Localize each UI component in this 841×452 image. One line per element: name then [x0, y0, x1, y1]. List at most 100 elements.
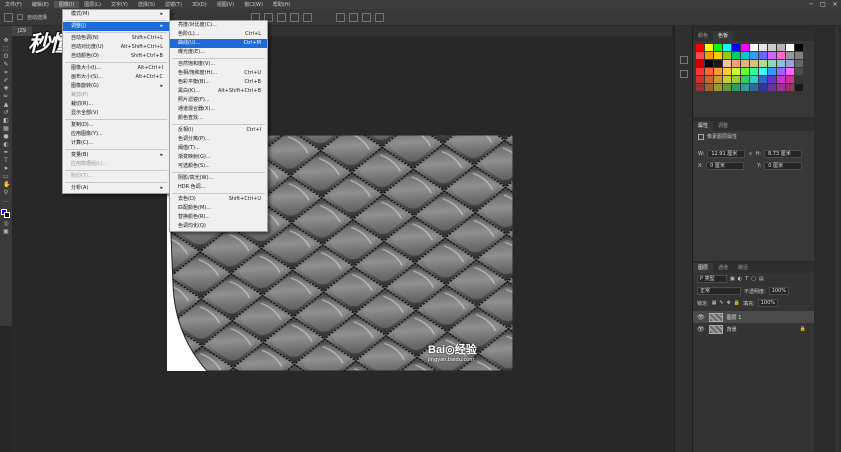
color-swatch[interactable] — [732, 84, 740, 91]
menu-row[interactable]: 裁切(R)... — [63, 100, 169, 109]
color-swatch[interactable] — [714, 84, 722, 91]
color-swatch[interactable] — [714, 68, 722, 75]
panel-scrollbar[interactable] — [835, 26, 839, 452]
color-swatch[interactable] — [732, 68, 740, 75]
menu-row[interactable]: HDR 色调... — [170, 183, 267, 192]
hand-tool-icon[interactable]: ✋ — [3, 182, 10, 188]
menu-row[interactable]: 阴影/高光(W)... — [170, 174, 267, 183]
move-tool-icon[interactable]: ✥ — [3, 38, 9, 44]
distribute-icon[interactable] — [290, 12, 300, 22]
menu-row[interactable]: 可选颜色(S)... — [170, 162, 267, 171]
color-swatch[interactable] — [768, 44, 776, 51]
menu-row[interactable]: 画布大小(S)... Alt+Ctrl+C — [63, 73, 169, 82]
menu-row[interactable]: 曝光度(E)... — [170, 48, 267, 57]
visibility-eye-icon[interactable]: 👁 — [697, 314, 705, 321]
crop-tool-icon[interactable]: ⌗ — [3, 70, 9, 76]
color-swatch[interactable] — [732, 44, 740, 51]
marquee-tool-icon[interactable]: ⬚ — [3, 46, 9, 52]
menu-item[interactable]: 文件(F) — [0, 1, 27, 8]
close-button[interactable]: ✕ — [829, 0, 841, 9]
color-swatch[interactable] — [741, 60, 749, 67]
color-swatch[interactable] — [768, 68, 776, 75]
color-swatch[interactable] — [750, 44, 758, 51]
color-swatch[interactable] — [705, 68, 713, 75]
color-swatch[interactable] — [795, 44, 803, 51]
zoom-tool-icon[interactable]: ⚲ — [3, 190, 9, 196]
color-swatch[interactable] — [696, 76, 704, 83]
color-swatch[interactable] — [723, 84, 731, 91]
color-swatch[interactable] — [741, 76, 749, 83]
dodge-tool-icon[interactable]: ◐ — [3, 142, 9, 148]
menu-item[interactable]: 选择(S) — [133, 1, 160, 8]
blur-tool-icon[interactable]: ● — [3, 134, 9, 140]
color-swatch[interactable] — [723, 76, 731, 83]
color-swatch[interactable] — [768, 52, 776, 59]
color-swatch[interactable] — [705, 76, 713, 83]
tab-swatches[interactable]: 色板 — [713, 31, 734, 41]
color-swatch[interactable] — [786, 68, 794, 75]
color-swatch[interactable] — [795, 76, 803, 83]
lock-move-icon[interactable]: ✥ — [727, 300, 731, 306]
history-icon[interactable] — [679, 56, 688, 64]
color-swatch[interactable] — [723, 44, 731, 51]
color-swatch[interactable] — [795, 52, 803, 59]
color-swatch[interactable] — [777, 60, 785, 67]
color-swatch[interactable] — [741, 52, 749, 59]
color-swatch[interactable] — [714, 52, 722, 59]
color-swatch[interactable] — [786, 60, 794, 67]
3d-mode-icon[interactable] — [349, 12, 359, 22]
healing-tool-icon[interactable]: ✚ — [3, 86, 9, 92]
visibility-eye-icon[interactable]: 👁 — [697, 326, 705, 333]
link-icon[interactable]: ∞ — [748, 151, 752, 157]
menu-row[interactable]: 显示全部(V) — [63, 109, 169, 118]
menu-row[interactable]: 图像大小(I)... Alt+Ctrl+I — [63, 64, 169, 73]
lock-paint-icon[interactable]: ✎ — [719, 300, 723, 306]
menu-row[interactable]: 图像旋转(G) ▸ — [63, 82, 169, 91]
color-swatch[interactable] — [750, 60, 758, 67]
height-field[interactable]: 8.73 厘米 — [763, 150, 802, 158]
actions-icon[interactable] — [679, 70, 688, 78]
3d-mode-icon[interactable] — [375, 12, 385, 22]
menu-row[interactable]: 自动颜色(O) Shift+Ctrl+B — [63, 52, 169, 61]
menu-row[interactable]: 应用图像(Y)... — [63, 130, 169, 139]
color-swatch[interactable] — [705, 60, 713, 67]
color-swatch[interactable] — [768, 60, 776, 67]
menu-item[interactable]: 图像(I) — [53, 1, 80, 8]
menu-row[interactable]: 亮度/对比度(C)... — [170, 21, 267, 30]
3d-mode-icon[interactable] — [336, 12, 346, 22]
menu-row[interactable]: 颜色查找... — [170, 114, 267, 123]
filter-pixel-icon[interactable]: ▣ — [730, 276, 735, 282]
color-swatch[interactable] — [786, 84, 794, 91]
color-swatch[interactable] — [705, 84, 713, 91]
layer-filter-select[interactable]: P 类型 — [697, 275, 727, 283]
eyedropper-tool-icon[interactable]: ✐ — [3, 78, 9, 84]
opacity-field[interactable]: 100% — [768, 287, 789, 295]
color-swatch[interactable] — [741, 44, 749, 51]
history-brush-tool-icon[interactable]: ↺ — [3, 110, 9, 116]
color-swatch[interactable] — [705, 52, 713, 59]
menu-row[interactable]: 照片滤镜(F)... — [170, 96, 267, 105]
tab-color[interactable]: 颜色 — [693, 31, 713, 41]
color-swatch[interactable] — [777, 44, 785, 51]
y-field[interactable]: 0 厘米 — [764, 162, 803, 170]
menu-item[interactable]: 窗口(W) — [239, 1, 268, 8]
screen-mode-icon[interactable]: ▣ — [3, 229, 9, 235]
color-swatch[interactable] — [759, 60, 767, 67]
color-swatch[interactable] — [795, 68, 803, 75]
fill-field[interactable]: 100% — [757, 299, 779, 307]
color-swatch[interactable] — [795, 84, 803, 91]
color-swatch[interactable] — [732, 76, 740, 83]
menu-row[interactable]: 去色(D) Shift+Ctrl+U — [170, 195, 267, 204]
color-swatch[interactable] — [705, 44, 713, 51]
menu-item[interactable]: 视图(V) — [212, 1, 239, 8]
menu-row[interactable]: 复制(D)... — [63, 121, 169, 130]
color-swatch[interactable] — [696, 68, 704, 75]
menu-item[interactable]: 图层(L) — [79, 1, 106, 8]
color-swatch[interactable] — [750, 84, 758, 91]
menu-row[interactable]: 自动色调(N) Shift+Ctrl+L — [63, 34, 169, 43]
maximize-button[interactable]: □ — [817, 0, 829, 9]
color-swatch[interactable] — [732, 52, 740, 59]
quick-select-tool-icon[interactable]: ✎ — [3, 62, 9, 68]
menu-row[interactable]: 匹配颜色(M)... — [170, 204, 267, 213]
color-swatch[interactable] — [777, 52, 785, 59]
